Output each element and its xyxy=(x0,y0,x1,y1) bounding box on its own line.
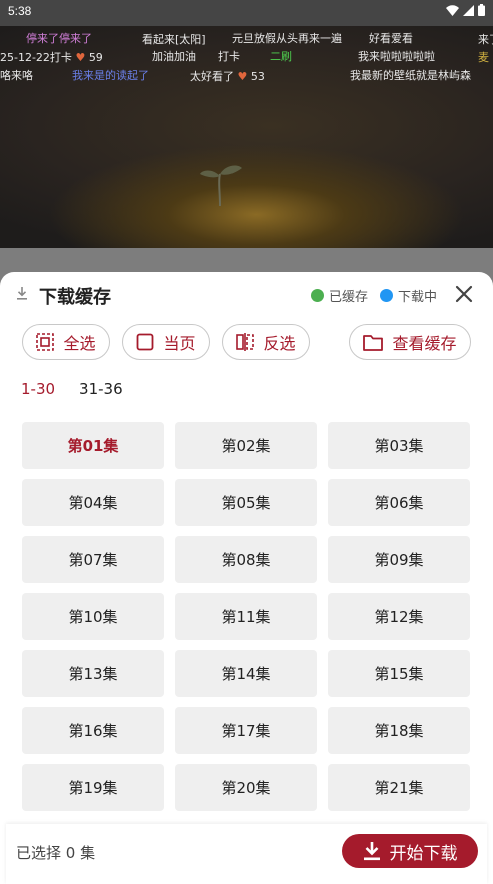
episode-button[interactable]: 第15集 xyxy=(328,650,470,697)
wifi-icon xyxy=(446,4,459,16)
episode-button[interactable]: 第14集 xyxy=(175,650,317,697)
episode-button[interactable]: 第05集 xyxy=(175,479,317,526)
invert-icon xyxy=(236,333,255,351)
danmaku-comment: 看起来[太阳] xyxy=(142,33,206,46)
select-all-label: 全选 xyxy=(63,334,96,353)
tab-range-31-36[interactable]: 31-36 xyxy=(79,380,123,398)
danmaku-likes: 53 xyxy=(250,70,265,83)
episode-grid: 第01集 第02集 第03集 第04集 第05集 第06集 第07集 第08集 … xyxy=(22,422,471,811)
folder-icon xyxy=(363,334,384,351)
episode-button[interactable]: 第02集 xyxy=(175,422,317,469)
episode-button[interactable]: 第08集 xyxy=(175,536,317,583)
sheet-footer: 已选择 0 集 开始下载 xyxy=(6,824,487,884)
range-tabs: 1-30 31-36 xyxy=(21,380,123,398)
sprout-image xyxy=(200,165,242,206)
danmaku-comment: 停来了停来了 xyxy=(26,32,92,45)
episode-button[interactable]: 第13集 xyxy=(22,650,164,697)
select-all-icon xyxy=(36,333,55,351)
danmaku-comment: 咯来咯 xyxy=(0,69,33,82)
legend-downloading: 下载中 xyxy=(379,286,437,305)
legend-downloading-label: 下载中 xyxy=(397,290,437,305)
view-cache-label: 查看缓存 xyxy=(392,334,457,353)
legend-cached: 已缓存 xyxy=(310,286,368,305)
episode-button[interactable]: 第16集 xyxy=(22,707,164,754)
status-bar: 5:38 xyxy=(0,0,493,26)
action-bar: 全选 当页 反选 查看缓存 xyxy=(0,324,493,364)
episode-button[interactable]: 第11集 xyxy=(175,593,317,640)
invert-label: 反选 xyxy=(263,334,296,353)
danmaku-comment: 太好看了 ♥ 53 xyxy=(190,68,265,84)
heart-icon: ♥ xyxy=(75,51,86,64)
episode-button[interactable]: 第17集 xyxy=(175,707,317,754)
episode-button[interactable]: 第12集 xyxy=(328,593,470,640)
sheet-title: 下载缓存 xyxy=(39,287,111,308)
episode-button[interactable]: 第06集 xyxy=(328,479,470,526)
episode-button[interactable]: 第09集 xyxy=(328,536,470,583)
episode-button[interactable]: 第07集 xyxy=(22,536,164,583)
status-icons xyxy=(446,4,485,16)
episode-button[interactable]: 第10集 xyxy=(22,593,164,640)
danmaku-comment: 我来啦啦啦啦啦 xyxy=(358,50,435,63)
download-sheet: 下载缓存 已缓存 下载中 全选 当页 反选 查看缓存 1-30 31-36 第0… xyxy=(0,272,493,884)
current-page-label: 当页 xyxy=(163,334,196,353)
danmaku-comment: 我来是的读起了 xyxy=(72,69,149,82)
episode-button[interactable]: 第18集 xyxy=(328,707,470,754)
danmaku-comment: 好看爱看 xyxy=(369,32,413,45)
danmaku-comment: 加油加油 xyxy=(152,50,196,63)
signal-icon xyxy=(463,4,474,16)
danmaku-comment: 二刷 xyxy=(270,50,292,63)
download-icon xyxy=(363,842,380,861)
episode-button[interactable]: 第01集 xyxy=(22,422,164,469)
danmaku-likes: 59 xyxy=(88,51,103,64)
blue-dot-icon xyxy=(379,289,393,302)
episode-button[interactable]: 第03集 xyxy=(328,422,470,469)
episode-button[interactable]: 第19集 xyxy=(22,764,164,811)
status-time: 5:38 xyxy=(8,4,32,18)
episode-button[interactable]: 第20集 xyxy=(175,764,317,811)
close-icon[interactable] xyxy=(453,283,475,305)
select-all-button[interactable]: 全选 xyxy=(22,324,110,360)
danmaku-comment: 来了 xyxy=(478,33,493,46)
checkbox-icon xyxy=(137,333,154,351)
legend-cached-label: 已缓存 xyxy=(328,290,368,305)
danmaku-text: 太好看了 xyxy=(190,70,234,83)
download-icon xyxy=(17,287,27,300)
view-cache-button[interactable]: 查看缓存 xyxy=(349,324,471,360)
heart-icon: ♥ xyxy=(237,70,248,83)
cache-legend: 已缓存 下载中 xyxy=(305,286,437,305)
current-page-button[interactable]: 当页 xyxy=(122,324,210,360)
sheet-header: 下载缓存 已缓存 下载中 xyxy=(0,272,493,316)
battery-icon xyxy=(478,4,485,16)
episode-button[interactable]: 第04集 xyxy=(22,479,164,526)
episode-button[interactable]: 第21集 xyxy=(328,764,470,811)
selected-count: 已选择 0 集 xyxy=(16,844,96,862)
green-dot-icon xyxy=(310,289,324,302)
start-download-button[interactable]: 开始下载 xyxy=(342,834,478,868)
danmaku-comment: 25-12-22打卡 ♥ 59 xyxy=(0,49,103,65)
start-download-label: 开始下载 xyxy=(389,843,458,864)
tab-range-1-30[interactable]: 1-30 xyxy=(21,380,55,398)
invert-selection-button[interactable]: 反选 xyxy=(222,324,310,360)
danmaku-comment: 打卡 xyxy=(218,50,240,63)
danmaku-text: 25-12-22打卡 xyxy=(0,51,72,64)
danmaku-comment: 元旦放假从头再来一遍 xyxy=(232,32,342,45)
danmaku-comment: 麦 xyxy=(478,51,489,64)
danmaku-comment: 我最新的壁纸就是林屿森 xyxy=(350,69,471,82)
